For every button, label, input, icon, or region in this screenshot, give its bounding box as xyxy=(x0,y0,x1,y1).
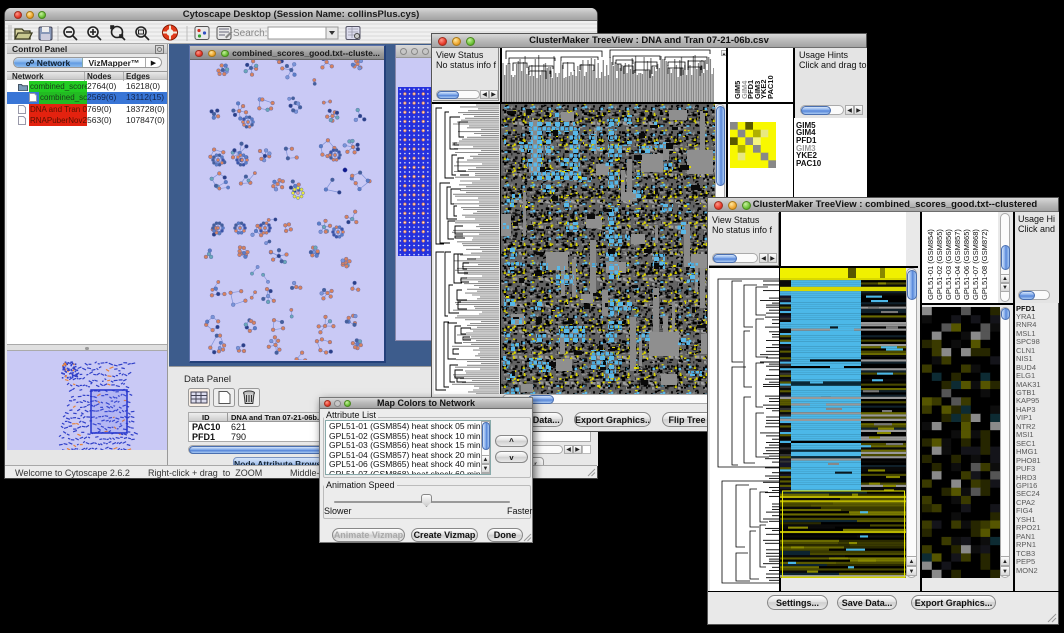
svg-text:Search:: Search: xyxy=(233,28,267,39)
